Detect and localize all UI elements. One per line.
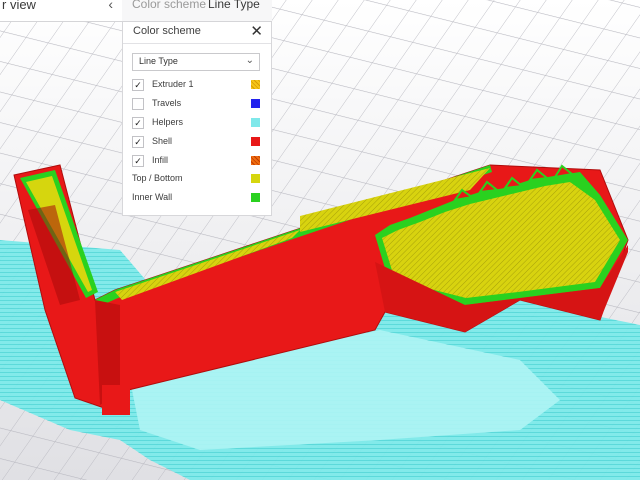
color-swatch-top-bottom [251,174,260,183]
legend-label: Top / Bottom [132,173,183,183]
legend-item-infill[interactable]: ✓ Infill [132,154,260,170]
color-swatch-shell [251,137,260,146]
legend-label: Inner Wall [132,192,173,202]
panel-header: Color scheme ✕ [123,22,271,44]
legend-label: Shell [152,136,173,146]
chevron-down-icon: ⌄ [245,55,254,66]
legend-label: Helpers [152,117,184,127]
legend-item-inner-wall: Inner Wall [132,191,260,207]
color-swatch-inner-wall [251,193,260,202]
color-scheme-label: Color scheme [132,0,207,11]
legend-label: Extruder 1 [152,79,194,89]
panel-title: Color scheme [133,25,201,37]
chevron-left-icon[interactable]: ‹ [108,0,113,12]
legend-label: Travels [152,98,182,108]
legend-item-helpers[interactable]: ✓ Helpers [132,116,260,132]
checkbox-shell[interactable]: ✓ [132,136,144,148]
checkbox-infill[interactable]: ✓ [132,155,144,167]
checkbox-helpers[interactable]: ✓ [132,117,144,129]
view-title: r view [2,0,36,12]
layer-view-render [0,0,640,480]
legend-label: Infill [152,155,169,165]
legend-item-top-bottom: Top / Bottom [132,172,260,188]
legend-item-shell[interactable]: ✓ Shell [132,135,260,151]
color-scheme-panel: Color scheme ✕ Line Type ⌄ ✓ Extruder 1 … [122,22,272,216]
legend-item-travels[interactable]: Travels [132,97,260,113]
color-swatch-infill [251,156,260,165]
checkbox-extruder-1[interactable]: ✓ [132,79,144,91]
color-swatch-extruder-1 [251,80,260,89]
3d-viewport[interactable] [0,0,640,480]
close-icon[interactable]: ✕ [250,22,263,40]
color-scheme-dropdown[interactable]: Line Type ⌄ [132,53,260,71]
dropdown-selected: Line Type [139,56,178,66]
checkbox-travels[interactable] [132,98,144,110]
view-header: r view ‹ [0,0,122,22]
color-scheme-value: Line Type [208,0,260,11]
color-scheme-header[interactable]: Color scheme Line Type [122,0,272,22]
legend-item-extruder-1[interactable]: ✓ Extruder 1 [132,78,260,94]
color-swatch-helpers [251,118,260,127]
color-swatch-travels [251,99,260,108]
